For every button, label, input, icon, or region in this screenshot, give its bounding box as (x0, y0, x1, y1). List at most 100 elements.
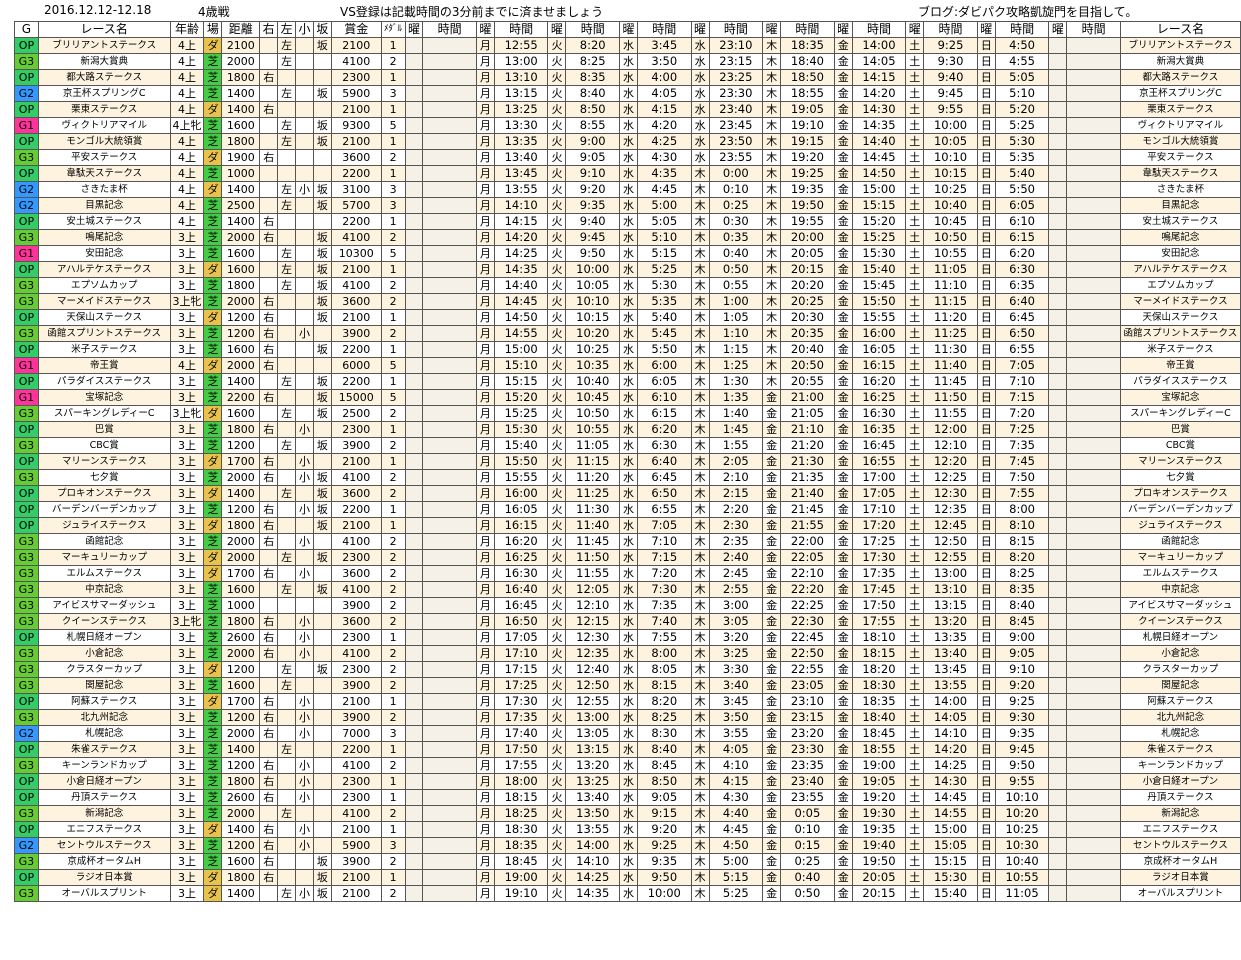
day-cell: 金 (762, 661, 782, 678)
day-cell: 火 (547, 677, 567, 694)
day-cell-empty (404, 181, 424, 198)
time-cell: 5:15 (636, 245, 692, 262)
time-cell: 13:20 (565, 757, 621, 774)
time-cell: 12:10 (923, 437, 978, 454)
day-cell: 金 (762, 565, 782, 582)
day-cell: 水 (619, 229, 638, 246)
day-cell: 火 (547, 437, 567, 454)
day-cell: 土 (905, 85, 925, 102)
day-cell-empty (404, 869, 424, 886)
day-cell-empty (1048, 469, 1068, 486)
time-cell: 9:50 (565, 245, 621, 262)
day-cell: 金 (762, 757, 782, 774)
time-cell-empty (422, 869, 477, 886)
day-cell: 金 (833, 101, 853, 118)
age-cell: 3上 (169, 277, 205, 294)
time-cell: 4:15 (636, 101, 692, 118)
race-name-right: 平安ステークス (1119, 149, 1241, 166)
distance-cell: 1700 (221, 565, 261, 582)
time-cell: 9:30 (994, 709, 1050, 726)
left-turn-cell (277, 757, 297, 774)
time-cell: 20:05 (851, 869, 907, 886)
time-cell-empty (422, 117, 477, 134)
grade-badge: G3 (14, 549, 39, 566)
day-cell: 火 (547, 309, 567, 326)
age-cell: 4上牝 (169, 117, 205, 134)
grade-badge: G3 (14, 53, 39, 70)
slope-cell (312, 677, 332, 694)
day-cell-empty (404, 757, 424, 774)
time-cell-empty (422, 549, 477, 566)
day-cell-empty (1048, 53, 1068, 70)
distance-cell: 1400 (221, 213, 261, 230)
left-turn-cell (277, 709, 297, 726)
age-cell: 4上 (169, 197, 205, 214)
left-turn-cell: 左 (277, 677, 297, 694)
right-turn-cell: 右 (259, 213, 279, 230)
table-row: G3 平安ステークス 4上ダ 1900 右 3600 2 月 13:40 火 9:05 水 4:30 水 2… (14, 149, 1241, 166)
grade-badge: OP (14, 341, 39, 358)
day-cell: 木 (690, 693, 710, 710)
left-turn-cell (277, 853, 297, 870)
time-cell: 21:10 (780, 421, 835, 438)
day-cell: 金 (833, 821, 853, 838)
day-cell: 土 (905, 549, 925, 566)
surface-cell: 芝 (203, 501, 223, 518)
distance-cell: 1800 (221, 613, 261, 630)
slope-cell: 坂 (312, 373, 332, 390)
time-cell: 13:55 (565, 821, 621, 838)
time-cell: 19:35 (851, 821, 907, 838)
left-turn-cell (277, 597, 297, 614)
race-name: 中京記念 (37, 581, 171, 598)
left-turn-cell: 左 (277, 661, 297, 678)
column-header: レース名 (37, 21, 171, 38)
day-cell-empty (1048, 613, 1068, 630)
table-row: G2 目黒記念 4上芝 2500 左坂 5700 3 月 14:10 火 9:35 水 5:00 木 0:2… (14, 197, 1241, 214)
time-cell: 15:00 (493, 341, 549, 358)
medal-cell: 1 (380, 341, 406, 358)
distance-cell: 1400 (221, 485, 261, 502)
left-turn-cell (277, 101, 297, 118)
day-cell: 日 (976, 165, 996, 182)
left-turn-cell: 左 (277, 405, 297, 422)
prize-cell: 2300 (330, 421, 382, 438)
day-cell: 火 (547, 581, 567, 598)
prize-cell: 2300 (330, 773, 382, 790)
time-cell: 19:25 (780, 165, 835, 182)
right-turn-cell (259, 373, 279, 390)
time-cell: 19:55 (780, 213, 835, 230)
day-cell: 木 (690, 645, 710, 662)
day-cell-empty (404, 197, 424, 214)
day-cell: 日 (976, 309, 996, 326)
medal-cell: 1 (380, 101, 406, 118)
slope-cell (312, 757, 332, 774)
prize-cell: 2300 (330, 549, 382, 566)
race-name-right: 小倉記念 (1119, 645, 1241, 662)
day-cell: 水 (619, 645, 638, 662)
time-cell: 14:30 (851, 101, 907, 118)
time-cell: 13:10 (493, 69, 549, 86)
age-cell: 3上 (169, 437, 205, 454)
time-cell: 20:30 (780, 309, 835, 326)
day-cell: 水 (619, 693, 638, 710)
time-cell: 18:35 (851, 693, 907, 710)
time-cell: 8:40 (994, 597, 1050, 614)
time-cell: 11:25 (923, 325, 978, 342)
distance-cell: 1800 (221, 421, 261, 438)
race-name: 朱雀ステークス (37, 741, 171, 758)
day-cell: 月 (475, 485, 495, 502)
time-cell: 16:00 (851, 325, 907, 342)
race-name: 米子ステークス (37, 341, 171, 358)
day-cell: 月 (475, 181, 495, 198)
slope-cell (312, 709, 332, 726)
race-name: 宝塚記念 (37, 389, 171, 406)
day-cell-empty (1048, 213, 1068, 230)
day-cell: 水 (619, 181, 638, 198)
distance-cell: 1000 (221, 165, 261, 182)
time-cell-empty (422, 421, 477, 438)
table-row: OP 阿蘇ステークス 3上ダ 1700 右小 2100 1 月 17:30 火 12:55 水 8:20… (14, 693, 1241, 710)
table-row: OP 安土城ステークス 4上芝 1400 右 2200 1 月 14:15 火 9:40 水 5:05 木… (14, 213, 1241, 230)
prize-cell: 9300 (330, 117, 382, 134)
time-cell: 1:15 (708, 341, 764, 358)
day-cell: 月 (475, 405, 495, 422)
